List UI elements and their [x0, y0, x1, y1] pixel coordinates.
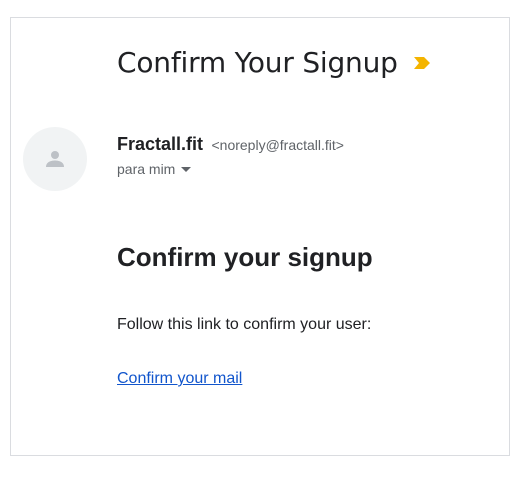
- body-text: Follow this link to confirm your user:: [117, 316, 372, 333]
- sender-email: <noreply@fractall.fit>: [211, 137, 344, 153]
- recipient-label: para mim: [117, 161, 176, 177]
- chevron-down-icon[interactable]: [181, 166, 192, 172]
- body-heading: Confirm your signup: [117, 242, 373, 272]
- sender-line: Fractall.fit <noreply@fractall.fit>: [117, 134, 344, 155]
- sender-name[interactable]: Fractall.fit: [117, 134, 203, 154]
- avatar[interactable]: [23, 127, 87, 191]
- email-card: Confirm Your Signup Fractall.fit <norepl…: [10, 17, 510, 456]
- subject-row: Confirm Your Signup: [117, 46, 432, 79]
- sender-block: Fractall.fit <noreply@fractall.fit> para…: [117, 134, 344, 177]
- email-subject: Confirm Your Signup: [117, 46, 398, 79]
- important-marker-icon[interactable]: [412, 55, 432, 71]
- person-icon: [46, 151, 64, 167]
- recipient-details-toggle[interactable]: para mim: [117, 161, 344, 177]
- confirm-mail-link[interactable]: Confirm your mail: [117, 370, 242, 388]
